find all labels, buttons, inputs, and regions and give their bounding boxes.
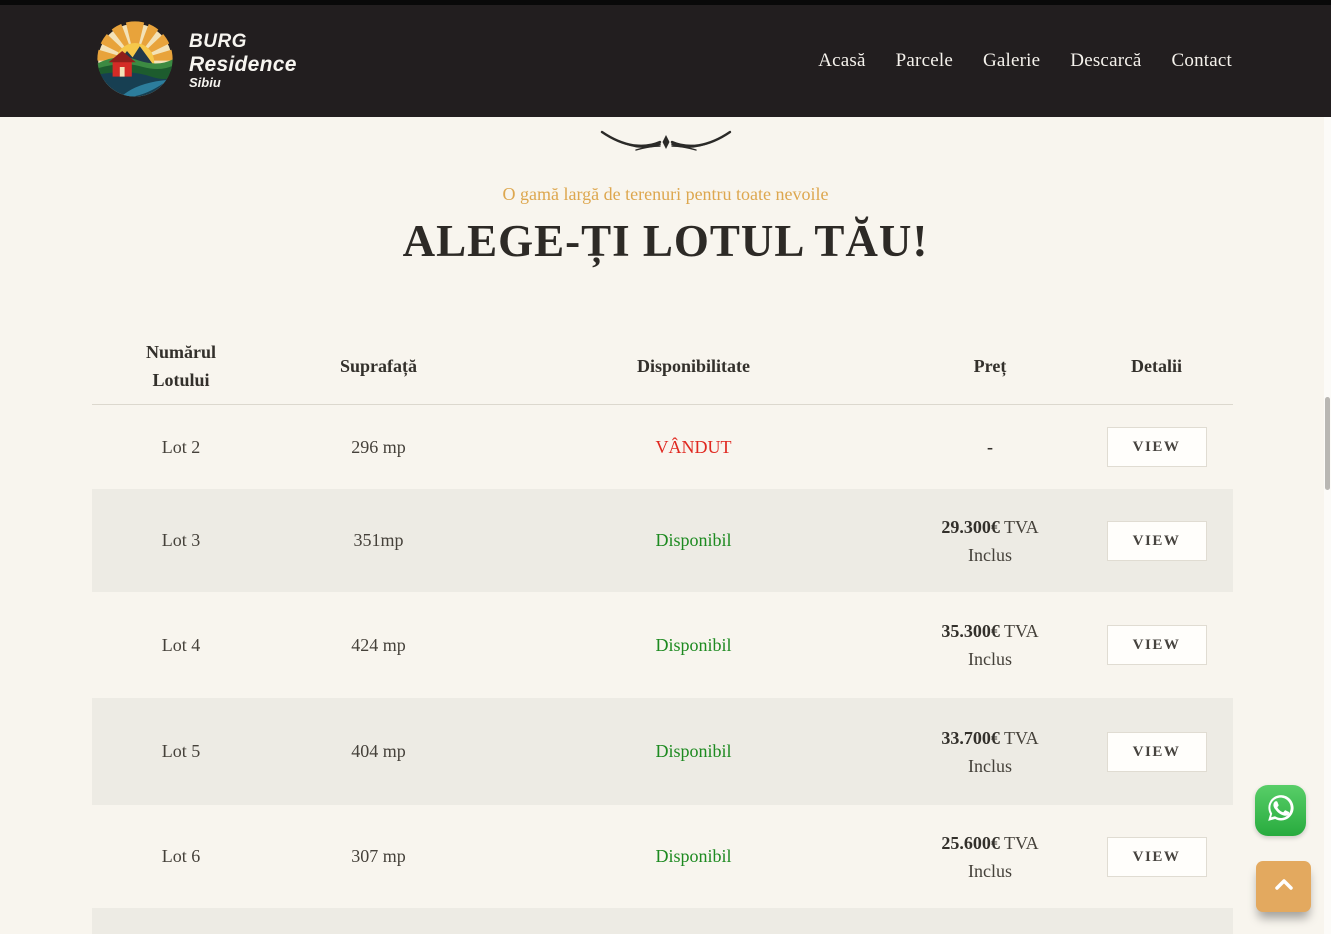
lot-price: - xyxy=(900,433,1080,461)
scroll-to-top-button[interactable] xyxy=(1256,861,1311,912)
logo-text: BURG Residence Sibiu xyxy=(189,31,297,90)
column-header-details: Detalii xyxy=(1080,353,1233,381)
table-row-lot-5: Lot 5 404 mp Disponibil 33.700€ TVA Incl… xyxy=(92,698,1233,805)
view-button-lot-4[interactable]: VIEW xyxy=(1107,625,1207,665)
window-top-edge xyxy=(0,0,1331,5)
lot-area: 351mp xyxy=(270,530,487,551)
page-title: ALEGE-ȚI LOTUL TĂU! xyxy=(0,215,1331,267)
view-button-lot-3[interactable]: VIEW xyxy=(1107,521,1207,561)
nav-item-galerie[interactable]: Galerie xyxy=(983,50,1040,72)
table-row-lot-3: Lot 3 351mp Disponibil 29.300€ TVA Inclu… xyxy=(92,489,1233,592)
lot-price: 35.300€ TVA Inclus xyxy=(900,617,1080,673)
burg-residence-logo-icon xyxy=(95,19,175,104)
availability-badge: VÂNDUT xyxy=(487,437,900,458)
table-row-lot-6: Lot 6 307 mp Disponibil 25.600€ TVA Incl… xyxy=(92,805,1233,908)
lot-price: 29.300€ TVA Inclus xyxy=(900,513,1080,569)
availability-badge: Disponibil xyxy=(487,846,900,867)
site-header: BURG Residence Sibiu Acasă Parcele Galer… xyxy=(0,0,1331,117)
column-header-lot: Numărul Lotului xyxy=(92,339,270,395)
lot-price: 25.600€ TVA Inclus xyxy=(900,829,1080,885)
view-button-lot-2[interactable]: VIEW xyxy=(1107,427,1207,467)
availability-badge: Disponibil xyxy=(487,741,900,762)
flourish-divider xyxy=(0,127,1331,160)
lot-number: Lot 2 xyxy=(92,437,270,458)
chevron-up-icon xyxy=(1272,876,1296,897)
whatsapp-icon xyxy=(1263,790,1299,831)
nav-item-acasa[interactable]: Acasă xyxy=(818,50,865,72)
column-header-price: Preț xyxy=(900,353,1080,381)
whatsapp-button[interactable] xyxy=(1255,785,1306,836)
table-row-lot-2: Lot 2 296 mp VÂNDUT - VIEW xyxy=(92,405,1233,489)
column-header-area: Suprafață xyxy=(270,353,487,381)
column-header-availability: Disponibilitate xyxy=(487,353,900,381)
lot-price: 33.700€ TVA Inclus xyxy=(900,724,1080,780)
lot-number: Lot 3 xyxy=(92,530,270,551)
nav-item-parcele[interactable]: Parcele xyxy=(896,50,953,72)
logo-line-burg: BURG xyxy=(189,31,297,52)
lot-number: Lot 4 xyxy=(92,635,270,656)
availability-badge: Disponibil xyxy=(487,530,900,551)
nav-item-descarca[interactable]: Descarcă xyxy=(1070,50,1141,72)
hero-subtitle: O gamă largă de terenuri pentru toate ne… xyxy=(0,184,1331,205)
lot-number: Lot 6 xyxy=(92,846,270,867)
logo-line-sibiu: Sibiu xyxy=(189,76,297,91)
view-button-lot-6[interactable]: VIEW xyxy=(1107,837,1207,877)
lot-area: 404 mp xyxy=(270,741,487,762)
table-row-lot-4: Lot 4 424 mp Disponibil 35.300€ TVA Incl… xyxy=(92,592,1233,698)
scrollbar-track xyxy=(1324,117,1331,934)
lots-table: Numărul Lotului Suprafață Disponibilitat… xyxy=(92,330,1233,934)
lot-area: 307 mp xyxy=(270,846,487,867)
main-nav: Acasă Parcele Galerie Descarcă Contact xyxy=(818,50,1232,72)
view-button-lot-5[interactable]: VIEW xyxy=(1107,732,1207,772)
logo-line-residence: Residence xyxy=(189,53,297,77)
site-logo[interactable]: BURG Residence Sibiu xyxy=(95,19,297,104)
lot-area: 296 mp xyxy=(270,437,487,458)
lot-area: 424 mp xyxy=(270,635,487,656)
nav-item-contact[interactable]: Contact xyxy=(1172,50,1233,72)
table-row-partial xyxy=(92,908,1233,934)
lot-number: Lot 5 xyxy=(92,741,270,762)
availability-badge: Disponibil xyxy=(487,635,900,656)
scrollbar-thumb[interactable] xyxy=(1325,397,1330,490)
table-header-row: Numărul Lotului Suprafață Disponibilitat… xyxy=(92,330,1233,405)
